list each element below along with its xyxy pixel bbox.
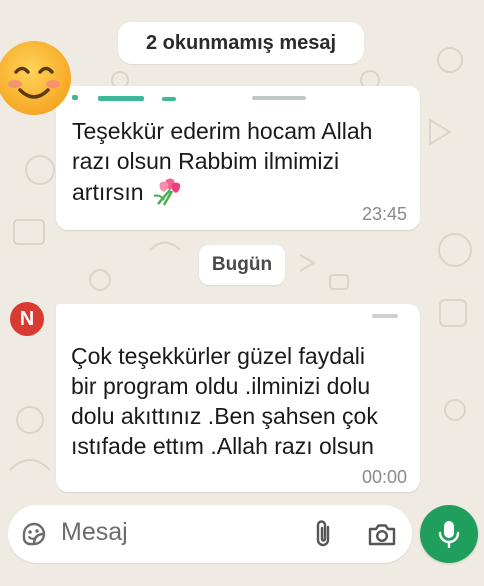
sender-name-cropped (72, 86, 404, 102)
message-timestamp: 23:45 (361, 204, 407, 224)
date-separator: Bugün (199, 245, 285, 285)
sticker-icon[interactable] (20, 520, 48, 548)
message-composer[interactable]: Mesaj (8, 505, 412, 563)
message-bubble-1[interactable]: Teşekkür ederim hocam Allah razı olsun R… (56, 86, 420, 230)
message-text: Teşekkür ederim hocam Allah razı olsun R… (72, 118, 373, 206)
unread-messages-banner: 2 okunmamış mesaj (118, 22, 364, 64)
message-text: Çok teşekkürler güzel faydali bir progra… (71, 343, 378, 459)
tulip-bouquet-icon (150, 176, 184, 206)
camera-icon[interactable] (367, 520, 397, 548)
message-bubble-2[interactable]: Çok teşekkürler güzel faydali bir progra… (56, 304, 420, 492)
message-input[interactable]: Mesaj (61, 518, 128, 547)
microphone-button[interactable] (420, 505, 478, 563)
microphone-icon (438, 521, 460, 548)
sender-name-cropped (72, 304, 404, 320)
smiling-face-emoji-icon[interactable] (0, 38, 74, 118)
sender-avatar[interactable]: N (10, 302, 44, 336)
message-timestamp: 00:00 (361, 467, 407, 487)
paperclip-icon[interactable] (310, 519, 338, 549)
